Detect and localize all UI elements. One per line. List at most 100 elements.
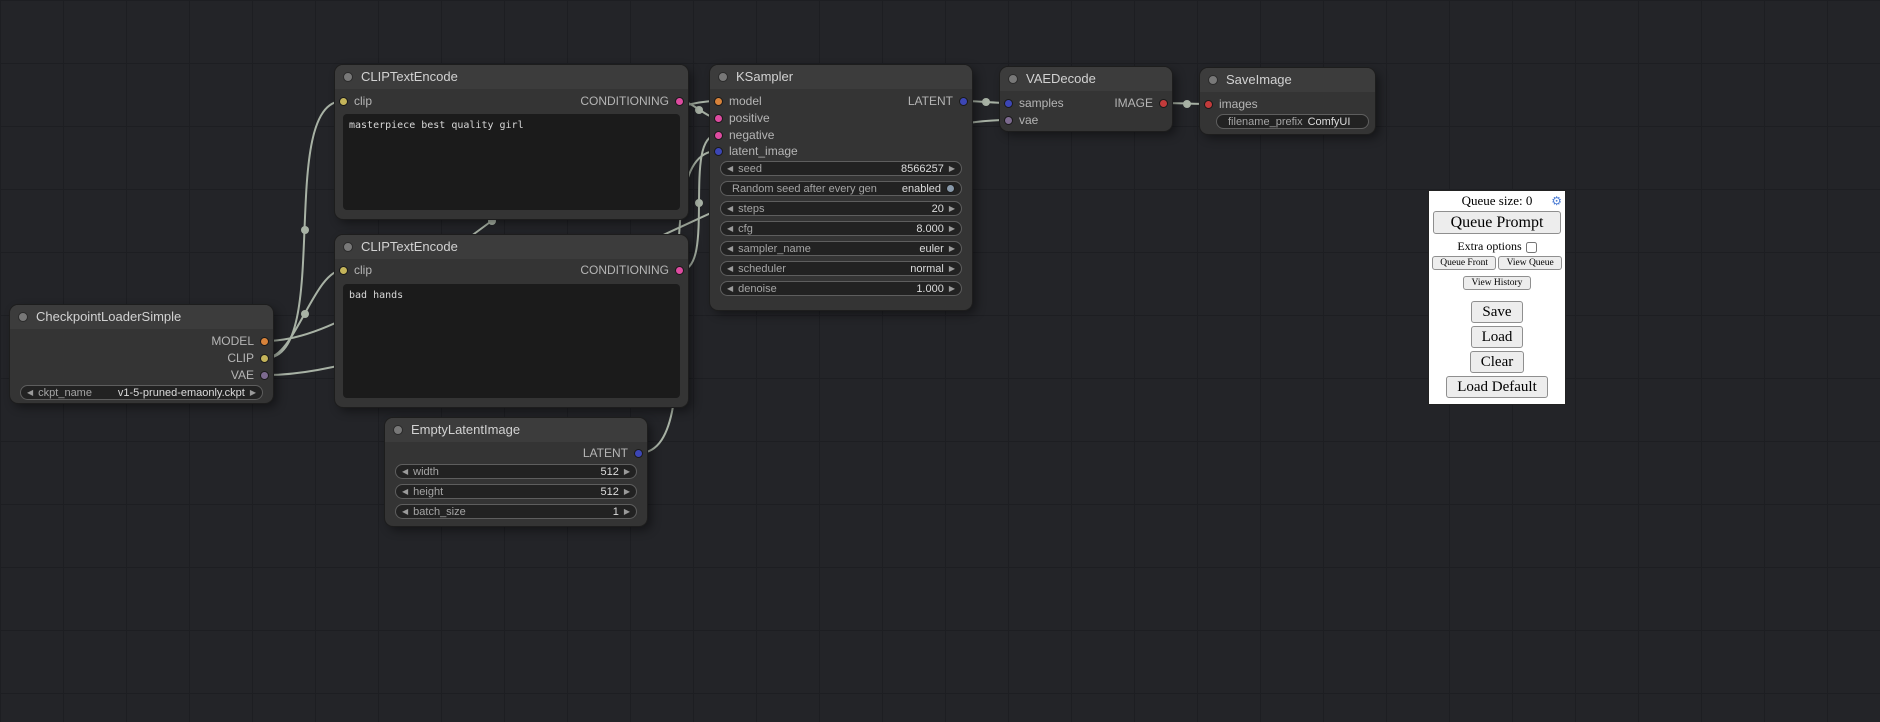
scheduler-combo-widget[interactable]: ◀ scheduler normal ▶	[720, 261, 962, 276]
vae-output-slot[interactable]	[260, 371, 269, 380]
increment-arrow-icon[interactable]: ▶	[624, 508, 630, 516]
node-clip-text-encode-negative[interactable]: CLIPTextEncode clip CONDITIONING bad han…	[335, 235, 688, 407]
node-clip-text-encode-positive[interactable]: CLIPTextEncode clip CONDITIONING masterp…	[335, 65, 688, 219]
positive-input-slot[interactable]	[714, 114, 723, 123]
decrement-arrow-icon[interactable]: ◀	[727, 165, 733, 173]
decrement-arrow-icon[interactable]: ◀	[727, 245, 733, 253]
samples-input-slot[interactable]	[1004, 99, 1013, 108]
decrement-arrow-icon[interactable]: ◀	[727, 225, 733, 233]
widget-value[interactable]: 20	[932, 203, 944, 215]
widget-value[interactable]: 8.000	[916, 223, 944, 235]
save-button[interactable]: Save	[1471, 301, 1522, 323]
node-title-bar[interactable]: VAEDecode	[1000, 67, 1172, 91]
view-queue-button[interactable]: View Queue	[1498, 256, 1562, 270]
collapse-dot-icon[interactable]	[343, 242, 353, 252]
widget-label: width	[413, 466, 439, 478]
random-seed-toggle-widget[interactable]: Random seed after every gen enabled	[720, 181, 962, 196]
increment-arrow-icon[interactable]: ▶	[250, 389, 256, 397]
node-vae-decode[interactable]: VAEDecode samples IMAGE vae	[1000, 67, 1172, 131]
widget-value[interactable]: 1.000	[916, 283, 944, 295]
collapse-dot-icon[interactable]	[343, 72, 353, 82]
queue-prompt-button[interactable]: Queue Prompt	[1433, 211, 1561, 234]
widget-value[interactable]: 1	[613, 506, 619, 518]
model-input-slot[interactable]	[714, 97, 723, 106]
positive-prompt-textarea[interactable]: masterpiece best quality girl	[343, 114, 680, 210]
conditioning-output-slot[interactable]	[675, 266, 684, 275]
vae-input-slot[interactable]	[1004, 116, 1013, 125]
image-output-slot[interactable]	[1159, 99, 1168, 108]
increment-arrow-icon[interactable]: ▶	[949, 205, 955, 213]
increment-arrow-icon[interactable]: ▶	[949, 225, 955, 233]
node-checkpoint-loader-simple[interactable]: CheckpointLoaderSimple MODEL CLIP VAE ◀ …	[10, 305, 273, 403]
increment-arrow-icon[interactable]: ▶	[949, 285, 955, 293]
queue-front-button[interactable]: Queue Front	[1432, 256, 1496, 270]
model-output-slot[interactable]	[260, 337, 269, 346]
collapse-dot-icon[interactable]	[393, 425, 403, 435]
latent-output-slot[interactable]	[959, 97, 968, 106]
increment-arrow-icon[interactable]: ▶	[624, 468, 630, 476]
collapse-dot-icon[interactable]	[1008, 74, 1018, 84]
increment-arrow-icon[interactable]: ▶	[949, 265, 955, 273]
node-title-bar[interactable]: KSampler	[710, 65, 972, 89]
decrement-arrow-icon[interactable]: ◀	[27, 389, 33, 397]
collapse-dot-icon[interactable]	[18, 312, 28, 322]
toggle-on-indicator[interactable]	[946, 184, 955, 193]
seed-number-widget[interactable]: ◀ seed 8566257 ▶	[720, 161, 962, 176]
latent-image-input-slot[interactable]	[714, 147, 723, 156]
node-title-bar[interactable]: CLIPTextEncode	[335, 65, 688, 89]
node-graph-canvas[interactable]: CheckpointLoaderSimple MODEL CLIP VAE ◀ …	[0, 0, 1880, 722]
node-ksampler[interactable]: KSampler model LATENT positive negative …	[710, 65, 972, 310]
clip-input-slot[interactable]	[339, 97, 348, 106]
decrement-arrow-icon[interactable]: ◀	[402, 508, 408, 516]
node-title: EmptyLatentImage	[411, 422, 520, 437]
conditioning-output-slot[interactable]	[675, 97, 684, 106]
widget-value[interactable]: enabled	[902, 183, 941, 195]
node-title-bar[interactable]: SaveImage	[1200, 68, 1375, 92]
cfg-number-widget[interactable]: ◀ cfg 8.000 ▶	[720, 221, 962, 236]
wire-clip-to-positive	[266, 101, 343, 358]
increment-arrow-icon[interactable]: ▶	[949, 245, 955, 253]
output-label: LATENT	[908, 94, 953, 108]
latent-output-slot[interactable]	[634, 449, 643, 458]
height-number-widget[interactable]: ◀ height 512 ▶	[395, 484, 637, 499]
settings-gear-icon[interactable]: ⚙	[1551, 194, 1562, 208]
negative-input-slot[interactable]	[714, 131, 723, 140]
increment-arrow-icon[interactable]: ▶	[949, 165, 955, 173]
batch-size-number-widget[interactable]: ◀ batch_size 1 ▶	[395, 504, 637, 519]
clear-button[interactable]: Clear	[1470, 351, 1524, 373]
widget-value[interactable]: euler	[919, 243, 943, 255]
clip-input-slot[interactable]	[339, 266, 348, 275]
sampler-name-combo-widget[interactable]: ◀ sampler_name euler ▶	[720, 241, 962, 256]
widget-value[interactable]: 512	[600, 486, 618, 498]
node-save-image[interactable]: SaveImage images filename_prefix ComfyUI	[1200, 68, 1375, 134]
extra-options-checkbox[interactable]	[1526, 242, 1537, 253]
decrement-arrow-icon[interactable]: ◀	[727, 205, 733, 213]
decrement-arrow-icon[interactable]: ◀	[402, 468, 408, 476]
node-title-bar[interactable]: EmptyLatentImage	[385, 418, 647, 442]
decrement-arrow-icon[interactable]: ◀	[727, 285, 733, 293]
widget-value[interactable]: v1-5-pruned-emaonly.ckpt	[118, 387, 245, 399]
negative-prompt-textarea[interactable]: bad hands	[343, 284, 680, 398]
widget-value[interactable]: ComfyUI	[1308, 116, 1351, 128]
filename-prefix-text-widget[interactable]: filename_prefix ComfyUI	[1216, 114, 1369, 129]
widget-value[interactable]: normal	[910, 263, 944, 275]
collapse-dot-icon[interactable]	[718, 72, 728, 82]
clip-output-slot[interactable]	[260, 354, 269, 363]
node-empty-latent-image[interactable]: EmptyLatentImage LATENT ◀ width 512 ▶ ◀ …	[385, 418, 647, 526]
collapse-dot-icon[interactable]	[1208, 75, 1218, 85]
width-number-widget[interactable]: ◀ width 512 ▶	[395, 464, 637, 479]
view-history-button[interactable]: View History	[1463, 276, 1532, 290]
widget-value[interactable]: 512	[600, 466, 618, 478]
load-default-button[interactable]: Load Default	[1446, 376, 1548, 398]
decrement-arrow-icon[interactable]: ◀	[727, 265, 733, 273]
images-input-slot[interactable]	[1204, 100, 1213, 109]
denoise-number-widget[interactable]: ◀ denoise 1.000 ▶	[720, 281, 962, 296]
node-title-bar[interactable]: CLIPTextEncode	[335, 235, 688, 259]
node-title-bar[interactable]: CheckpointLoaderSimple	[10, 305, 273, 329]
load-button[interactable]: Load	[1471, 326, 1524, 348]
steps-number-widget[interactable]: ◀ steps 20 ▶	[720, 201, 962, 216]
widget-value[interactable]: 8566257	[901, 163, 944, 175]
decrement-arrow-icon[interactable]: ◀	[402, 488, 408, 496]
ckpt-name-combo-widget[interactable]: ◀ ckpt_name v1-5-pruned-emaonly.ckpt ▶	[20, 385, 263, 400]
increment-arrow-icon[interactable]: ▶	[624, 488, 630, 496]
